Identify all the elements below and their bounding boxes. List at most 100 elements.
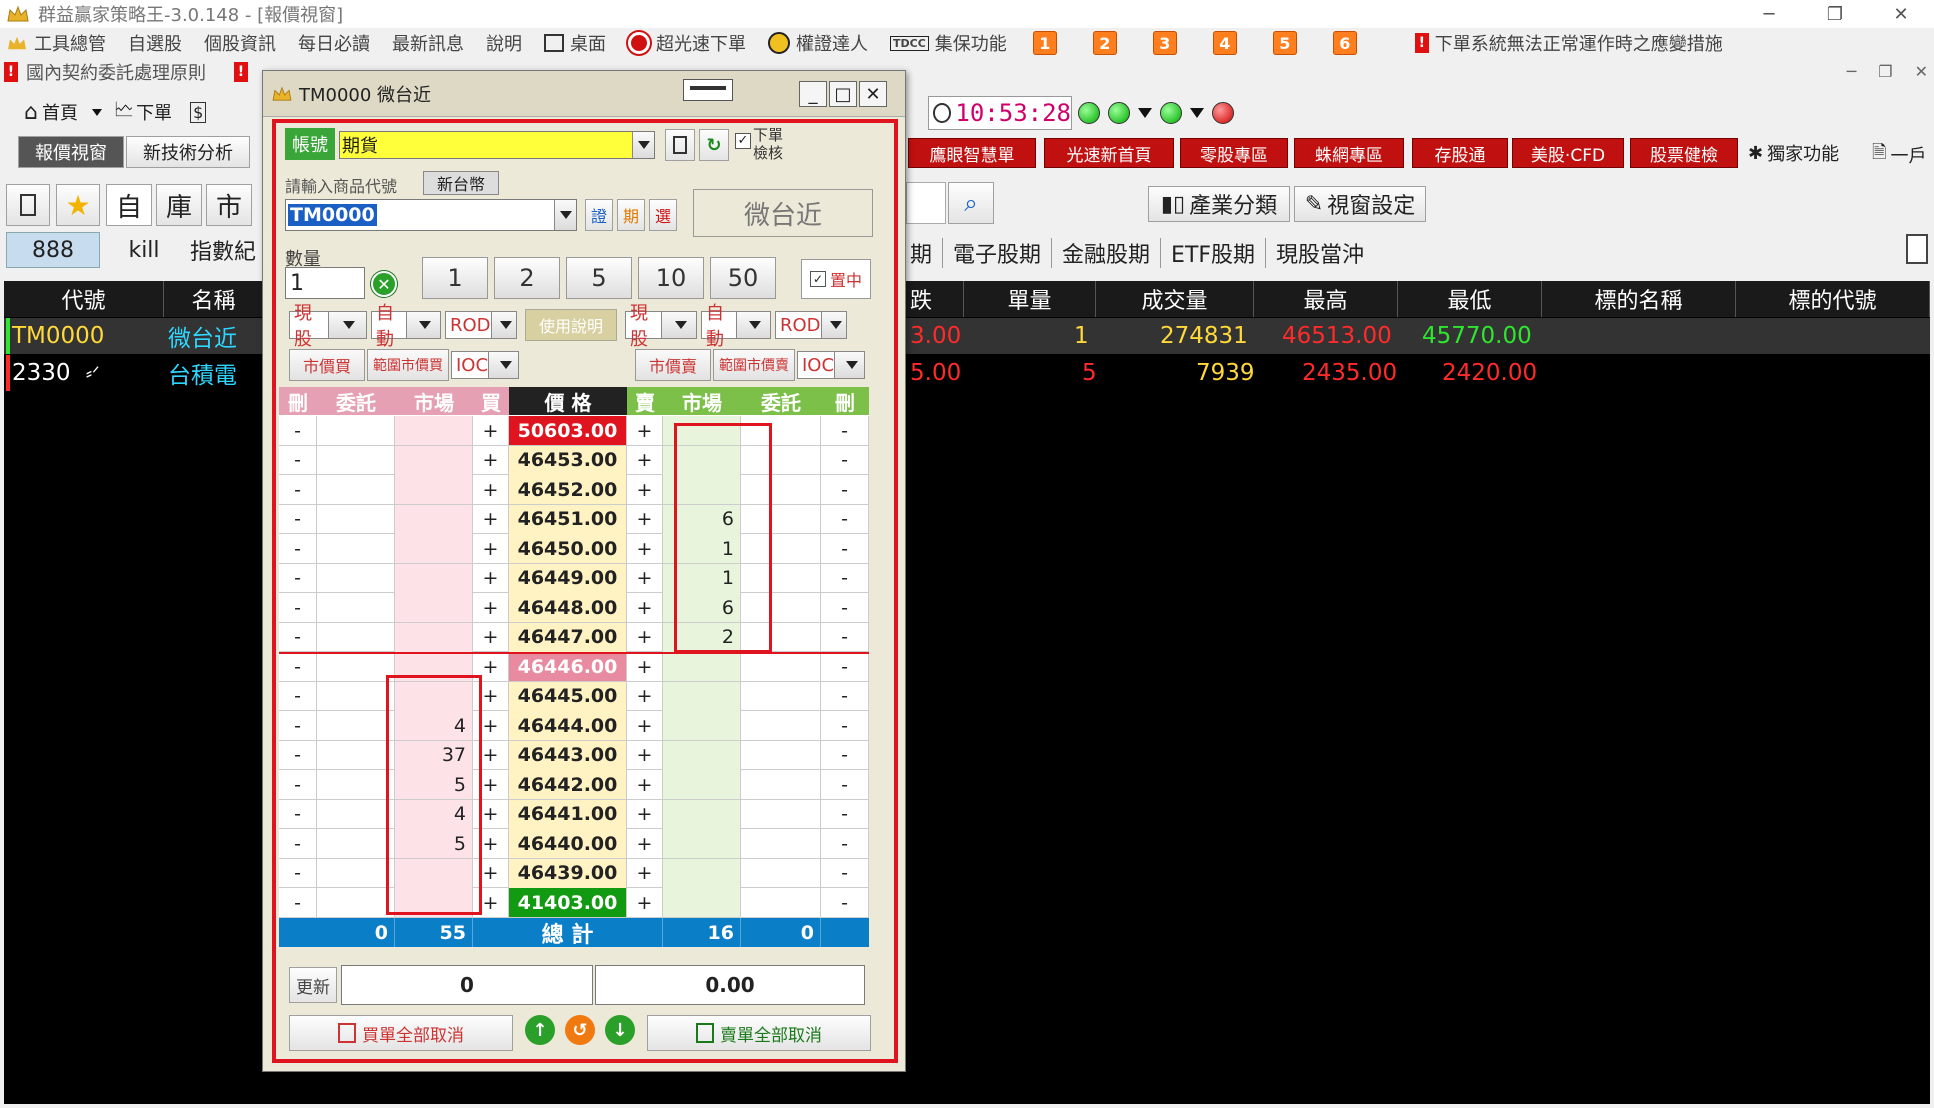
price-cell[interactable]: 46447.00 xyxy=(509,622,627,652)
delete-cell[interactable]: - xyxy=(279,622,317,652)
buy-order-cell[interactable] xyxy=(317,445,395,475)
sell-cell[interactable]: + xyxy=(627,475,663,504)
ladder-row[interactable]: - +46452.00 + - xyxy=(279,475,869,505)
quantity-50-button[interactable]: 50 xyxy=(710,257,776,299)
buy-order-cell[interactable] xyxy=(317,563,395,593)
buy-order-cell[interactable] xyxy=(317,829,395,858)
window-settings-button[interactable]: ✎ 視窗設定 xyxy=(1294,186,1426,222)
sell-cell[interactable]: + xyxy=(627,681,663,711)
ladder-row[interactable]: -37 +46443.00 + - xyxy=(279,740,869,770)
buy-order-cell[interactable] xyxy=(317,888,395,917)
pin-icon[interactable] xyxy=(683,79,733,101)
sell-order-cell[interactable] xyxy=(741,652,821,681)
quantity-1-button[interactable]: 1 xyxy=(422,257,488,299)
sell-cell[interactable]: + xyxy=(627,799,663,829)
col-name[interactable]: 名稱 xyxy=(164,281,264,317)
price-cell[interactable]: 46449.00 xyxy=(509,563,627,593)
quantity-input[interactable]: 1 xyxy=(285,267,365,299)
refresh-account-button[interactable]: ↻ xyxy=(699,129,729,161)
menu-notice[interactable]: ! 下單系統無法正常運作時之應變措施 xyxy=(1414,30,1723,56)
delete-cell[interactable]: - xyxy=(821,475,869,504)
price-cell[interactable]: 46444.00 xyxy=(509,711,627,740)
sell-order-cell[interactable] xyxy=(741,740,821,770)
order-check-checkbox[interactable]: ✓ xyxy=(735,133,751,149)
range-market-buy-button[interactable]: 範圍市價買 xyxy=(367,349,449,381)
sell-cell[interactable]: + xyxy=(627,829,663,858)
delete-cell[interactable]: - xyxy=(821,711,869,740)
clipboard-button[interactable] xyxy=(665,129,695,161)
sell-cell[interactable]: + xyxy=(627,416,663,445)
tech-analysis-tab[interactable]: 新技術分析 xyxy=(126,136,250,168)
delete-cell[interactable]: - xyxy=(821,652,869,681)
delete-cell[interactable]: - xyxy=(279,681,317,711)
ladder-row[interactable]: -5 +46442.00 + - xyxy=(279,770,869,800)
sell-cell[interactable]: + xyxy=(627,445,663,475)
price-cell[interactable]: 46445.00 xyxy=(509,681,627,711)
delete-cell[interactable]: - xyxy=(279,711,317,740)
center-checkbox[interactable]: ✓ xyxy=(809,271,826,287)
buy-cell[interactable]: + xyxy=(473,534,509,563)
buy-cell[interactable]: + xyxy=(473,504,509,534)
ladder-row[interactable]: - +46447.00 +2- xyxy=(279,622,869,652)
buy-order-cell[interactable] xyxy=(317,534,395,563)
delete-cell[interactable]: - xyxy=(821,888,869,917)
sell-cell[interactable]: + xyxy=(627,711,663,740)
sell-order-cell[interactable] xyxy=(741,681,821,711)
help-button[interactable]: 使用說明 xyxy=(525,309,617,341)
price-cell[interactable]: 46439.00 xyxy=(509,858,627,888)
sell-cell[interactable]: + xyxy=(627,593,663,622)
price-cell[interactable]: 46441.00 xyxy=(509,799,627,829)
quick-button-1[interactable]: 1 xyxy=(1032,31,1057,55)
market-buy-button[interactable]: 市價買 xyxy=(289,349,365,381)
center-toggle[interactable]: ✓ 置中 xyxy=(801,259,871,299)
search-button[interactable]: ⌕ xyxy=(948,182,994,224)
industry-button[interactable]: ▮▯ 產業分類 xyxy=(1148,186,1290,222)
save-stock-button[interactable]: 存股通 xyxy=(1412,138,1508,168)
quick-button-4[interactable]: 4 xyxy=(1212,31,1237,55)
sell-cell[interactable]: + xyxy=(627,858,663,888)
sell-cell[interactable]: + xyxy=(627,740,663,770)
spider-web-button[interactable]: 蛛網專區 xyxy=(1294,138,1404,168)
chevron-down-icon[interactable] xyxy=(91,108,102,116)
menu-desktop[interactable]: 桌面 xyxy=(544,30,606,56)
delete-cell[interactable]: - xyxy=(279,445,317,475)
price-cell[interactable]: 46448.00 xyxy=(509,593,627,622)
menu-tdcc[interactable]: TDCC 集保功能 xyxy=(890,30,1007,56)
sell-ioc-select[interactable]: IOC xyxy=(797,351,865,379)
buy-cell[interactable]: + xyxy=(473,563,509,593)
mdi-restore-button[interactable]: ❐ xyxy=(1878,62,1892,81)
delete-cell[interactable]: - xyxy=(821,770,869,799)
us-stock-cfd-button[interactable]: 美股·CFD xyxy=(1512,138,1624,168)
delete-cell[interactable]: - xyxy=(279,858,317,888)
ladder-row[interactable]: -4 +46444.00 + - xyxy=(279,711,869,741)
buy-order-cell[interactable] xyxy=(317,711,395,740)
buy-cell[interactable]: + xyxy=(473,593,509,622)
buy-order-cell[interactable] xyxy=(317,681,395,711)
ladder-row[interactable]: - +46439.00 + - xyxy=(279,858,869,888)
ladder-row[interactable]: - +46448.00 +6- xyxy=(279,593,869,623)
tab-electronic-futures[interactable]: 電子股期 xyxy=(943,238,1053,268)
buy-order-cell[interactable] xyxy=(317,504,395,534)
delete-cell[interactable]: - xyxy=(821,622,869,652)
ladder-row[interactable]: - +46446.00 + - xyxy=(279,652,869,682)
delete-cell[interactable]: - xyxy=(279,740,317,770)
group-kill-tab[interactable]: kill xyxy=(104,232,184,268)
favorite-button[interactable]: ★ xyxy=(56,184,100,226)
delete-cell[interactable]: - xyxy=(821,445,869,475)
sell-order-cell[interactable] xyxy=(741,829,821,858)
col-high[interactable]: 最高 xyxy=(1254,281,1398,317)
arrow-up-icon[interactable]: ↑ xyxy=(525,1015,555,1045)
ladder-row[interactable]: - +46453.00 + - xyxy=(279,445,869,475)
sell-type-select[interactable]: 現股 xyxy=(625,303,697,350)
sell-cell[interactable]: + xyxy=(627,504,663,534)
dialog-title-bar[interactable]: TM0000 微台近 _ □ ✕ xyxy=(263,71,905,117)
col-underlying-name[interactable]: 標的名稱 xyxy=(1542,281,1736,317)
eagle-eye-button[interactable]: 鷹眼智慧單 xyxy=(908,138,1036,168)
sell-mode-select[interactable]: 自動 xyxy=(701,303,771,350)
delete-cell[interactable]: - xyxy=(821,593,869,622)
mdi-minimize-button[interactable]: ─ xyxy=(1847,62,1857,81)
tab-etf-futures[interactable]: ETF股期 xyxy=(1161,238,1267,268)
tab-day-trade[interactable]: 現股當沖 xyxy=(1266,238,1374,268)
delete-cell[interactable]: - xyxy=(279,475,317,504)
delete-cell[interactable]: - xyxy=(279,504,317,534)
